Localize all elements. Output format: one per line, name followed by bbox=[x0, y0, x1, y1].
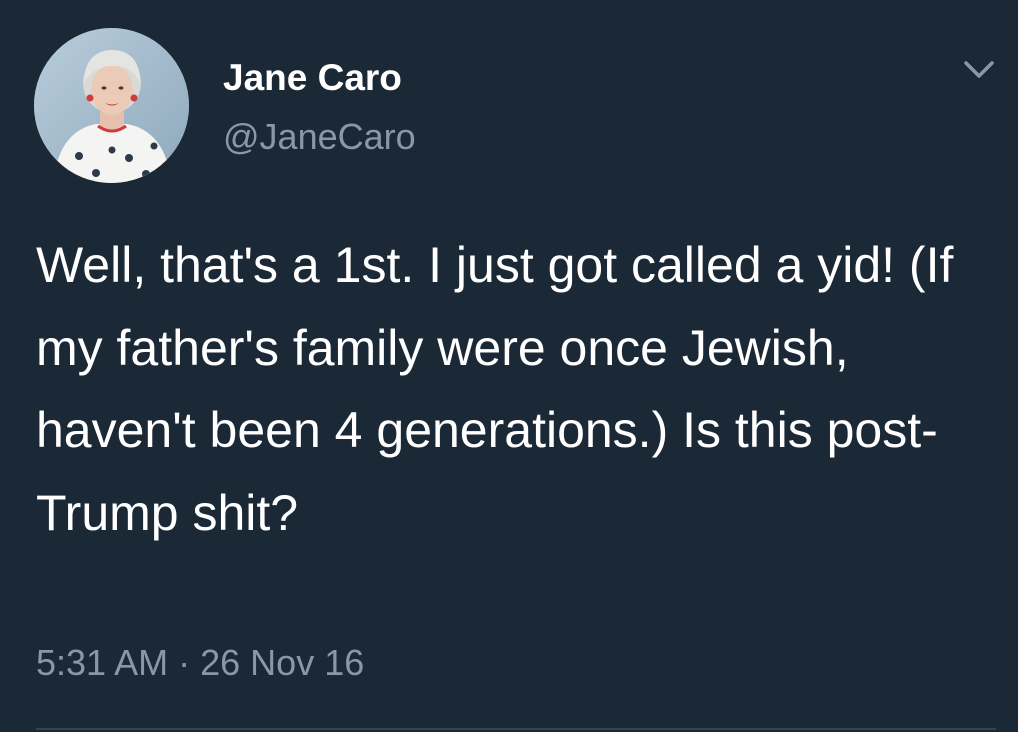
tweet-timestamp[interactable]: 5:31 AM · 26 Nov 16 bbox=[36, 641, 364, 684]
tweet-card: Jane Caro @JaneCaro Well, that's a 1st. … bbox=[0, 0, 1018, 732]
avatar-photo-icon bbox=[34, 28, 189, 183]
divider bbox=[36, 728, 996, 730]
tweet-date: 26 Nov 16 bbox=[200, 642, 365, 683]
author-display-name[interactable]: Jane Caro bbox=[223, 56, 402, 100]
meta-separator: · bbox=[178, 642, 191, 683]
chevron-down-icon[interactable] bbox=[962, 58, 996, 82]
author-avatar[interactable] bbox=[34, 28, 189, 183]
author-handle[interactable]: @JaneCaro bbox=[223, 115, 416, 158]
tweet-text: Well, that's a 1st. I just got called a … bbox=[36, 237, 954, 541]
tweet-time: 5:31 AM bbox=[36, 642, 169, 683]
